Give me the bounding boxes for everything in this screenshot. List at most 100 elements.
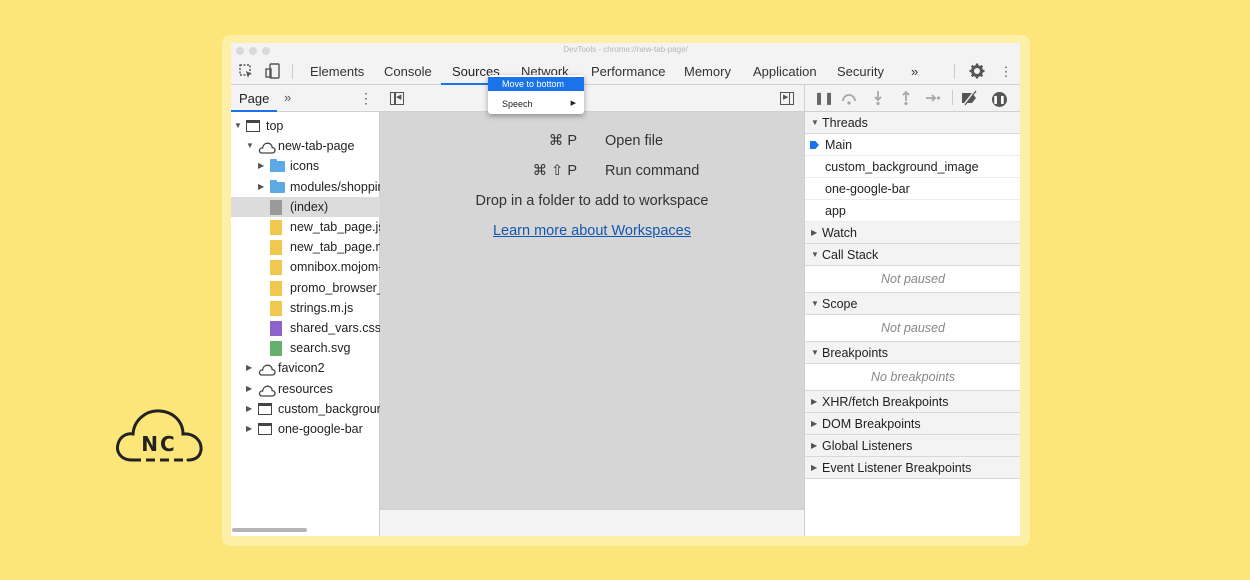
editor-status-bar bbox=[380, 509, 804, 536]
learn-more-workspaces-wrapper: Learn more about Workspaces bbox=[380, 223, 804, 239]
nc-cloud-logo: NC bbox=[116, 409, 203, 462]
tree-item-label: top bbox=[266, 119, 284, 133]
more-tabs-button[interactable]: » bbox=[900, 58, 929, 85]
inspect-element-icon[interactable] bbox=[237, 63, 255, 81]
toggle-navigator-icon[interactable]: ◀ bbox=[390, 92, 404, 105]
call-stack-status: Not paused bbox=[805, 266, 1020, 293]
collapsed-arrow-icon: ▶ bbox=[811, 419, 818, 428]
tree-item-label: omnibox.mojom- bbox=[290, 260, 380, 275]
context-menu: Move to bottom Speech ▶ bbox=[488, 75, 584, 114]
tree-item[interactable]: ▶ favicon2 bbox=[231, 358, 380, 378]
navigator-pane: Page » ⋮ ▼ top ▼ new-tab-page ▶ icons ▶ modules… bbox=[231, 85, 380, 536]
tab-console[interactable]: Console bbox=[373, 58, 443, 85]
section-collapsed[interactable]: ▶ DOM Breakpoints bbox=[805, 413, 1020, 435]
tree-item[interactable]: ▼ new-tab-page bbox=[231, 136, 380, 156]
shortcut-label-run-command: Run command bbox=[605, 163, 700, 179]
workspace-drop-message: Drop in a folder to add to workspace bbox=[475, 193, 709, 209]
file-icon bbox=[270, 220, 282, 235]
tree-item-label: new_tab_page.m bbox=[290, 240, 380, 255]
device-toolbar-icon[interactable] bbox=[264, 63, 282, 81]
step-over-icon[interactable] bbox=[841, 90, 857, 106]
menu-item-speech[interactable]: Speech ▶ bbox=[488, 97, 584, 111]
deactivate-breakpoints-icon[interactable] bbox=[961, 90, 977, 106]
learn-more-workspaces-link[interactable]: Learn more about Workspaces bbox=[493, 223, 691, 239]
navigator-more-tabs-button[interactable]: » bbox=[284, 90, 291, 105]
cloud-icon bbox=[258, 383, 276, 397]
file-icon bbox=[270, 199, 282, 215]
settings-gear-icon[interactable] bbox=[968, 63, 986, 81]
tree-item[interactable]: ▶ modules/shoppin bbox=[231, 177, 380, 197]
expanded-arrow-icon: ▼ bbox=[811, 299, 819, 308]
tree-item[interactable]: shared_vars.css bbox=[231, 318, 380, 338]
folder-icon bbox=[270, 179, 285, 193]
cloud-icon bbox=[258, 140, 276, 154]
thread-label: app bbox=[825, 204, 846, 218]
expanded-arrow-icon[interactable]: ▼ bbox=[234, 116, 242, 136]
expanded-arrow-icon[interactable]: ▼ bbox=[246, 136, 254, 156]
tree-item[interactable]: ▶ one-google-bar bbox=[231, 419, 380, 439]
tree-item[interactable]: ▶ icons bbox=[231, 156, 380, 176]
collapsed-arrow-icon[interactable]: ▶ bbox=[246, 358, 254, 378]
collapsed-arrow-icon: ▶ bbox=[811, 397, 818, 406]
tree-item[interactable]: strings.m.js bbox=[231, 298, 380, 318]
collapsed-arrow-icon[interactable]: ▶ bbox=[258, 156, 266, 176]
file-icon bbox=[270, 321, 282, 336]
tree-item[interactable]: promo_browser_ bbox=[231, 278, 380, 298]
collapsed-arrow-icon[interactable]: ▶ bbox=[246, 399, 254, 419]
section-threads[interactable]: ▼ Threads bbox=[805, 112, 1020, 134]
customize-menu-kebab-icon[interactable]: ⋮ bbox=[997, 63, 1015, 81]
section-collapsed[interactable]: ▶ XHR/fetch Breakpoints bbox=[805, 391, 1020, 413]
tree-item[interactable]: search.svg bbox=[231, 338, 380, 358]
menu-item-move-to-bottom[interactable]: Move to bottom bbox=[488, 77, 584, 91]
tree-item[interactable]: ▼ top bbox=[231, 116, 380, 136]
section-collapsed[interactable]: ▶ Event Listener Breakpoints bbox=[805, 457, 1020, 479]
toggle-debugger-icon[interactable]: ▶ bbox=[780, 92, 794, 105]
thread-item[interactable]: app bbox=[805, 200, 1020, 222]
section-scope[interactable]: ▼ Scope bbox=[805, 293, 1020, 315]
section-title: Watch bbox=[822, 226, 857, 240]
pause-on-exceptions-icon[interactable]: ❚❚ bbox=[991, 90, 1007, 107]
tree-item[interactable]: new_tab_page.js bbox=[231, 217, 380, 237]
step-into-icon[interactable] bbox=[870, 90, 886, 106]
shortcut-keys-open-file: ⌘ P bbox=[548, 133, 577, 149]
collapsed-arrow-icon[interactable]: ▶ bbox=[258, 177, 266, 197]
tree-item[interactable]: ▶ custom_backgrour bbox=[231, 399, 380, 419]
tab-security[interactable]: Security bbox=[826, 58, 895, 85]
pause-resume-icon[interactable]: ❚❚ bbox=[814, 90, 834, 106]
tab-page[interactable]: Page bbox=[231, 85, 278, 112]
section-title: DOM Breakpoints bbox=[822, 417, 921, 431]
tree-item-label: strings.m.js bbox=[290, 300, 354, 315]
section-title: Global Listeners bbox=[822, 439, 913, 453]
section-breakpoints[interactable]: ▼ Breakpoints bbox=[805, 342, 1020, 364]
collapsed-arrow-icon: ▶ bbox=[811, 441, 818, 450]
section-collapsed[interactable]: ▶ Global Listeners bbox=[805, 435, 1020, 457]
devtools-window: DevTools - chrome://new-tab-page/ Elemen… bbox=[231, 43, 1020, 536]
navigator-menu-kebab-icon[interactable]: ⋮ bbox=[359, 90, 373, 107]
horizontal-scrollbar[interactable] bbox=[232, 528, 307, 532]
tree-item[interactable]: omnibox.mojom- bbox=[231, 257, 380, 277]
section-title: XHR/fetch Breakpoints bbox=[822, 395, 949, 409]
thread-label: custom_background_image bbox=[825, 160, 979, 174]
tree-item[interactable]: new_tab_page.m bbox=[231, 237, 380, 257]
tab-performance[interactable]: Performance bbox=[580, 58, 676, 85]
tab-memory[interactable]: Memory bbox=[673, 58, 742, 85]
tree-item[interactable]: ▶ resources bbox=[231, 379, 380, 399]
collapsed-arrow-icon[interactable]: ▶ bbox=[246, 419, 254, 439]
tree-item[interactable]: (index) bbox=[231, 196, 380, 217]
thread-item[interactable]: custom_background_image bbox=[805, 156, 1020, 178]
step-out-icon[interactable] bbox=[898, 90, 914, 106]
tab-application[interactable]: Application bbox=[742, 58, 828, 85]
tree-item-label: promo_browser_ bbox=[290, 280, 380, 295]
tree-item-label: search.svg bbox=[290, 341, 351, 356]
section-watch[interactable]: ▶ Watch bbox=[805, 222, 1020, 244]
thread-item[interactable]: one-google-bar bbox=[805, 178, 1020, 200]
file-icon bbox=[270, 280, 282, 296]
thread-item[interactable]: Main bbox=[805, 134, 1020, 156]
collapsed-arrow-icon[interactable]: ▶ bbox=[246, 379, 254, 399]
shortcut-keys-run-command: ⌘ ⇧ P bbox=[532, 163, 577, 179]
shortcut-label-open-file: Open file bbox=[605, 133, 664, 149]
section-call-stack[interactable]: ▼ Call Stack bbox=[805, 244, 1020, 266]
cloud-icon bbox=[258, 362, 276, 377]
tab-elements[interactable]: Elements bbox=[299, 58, 375, 85]
step-icon[interactable] bbox=[925, 90, 941, 106]
